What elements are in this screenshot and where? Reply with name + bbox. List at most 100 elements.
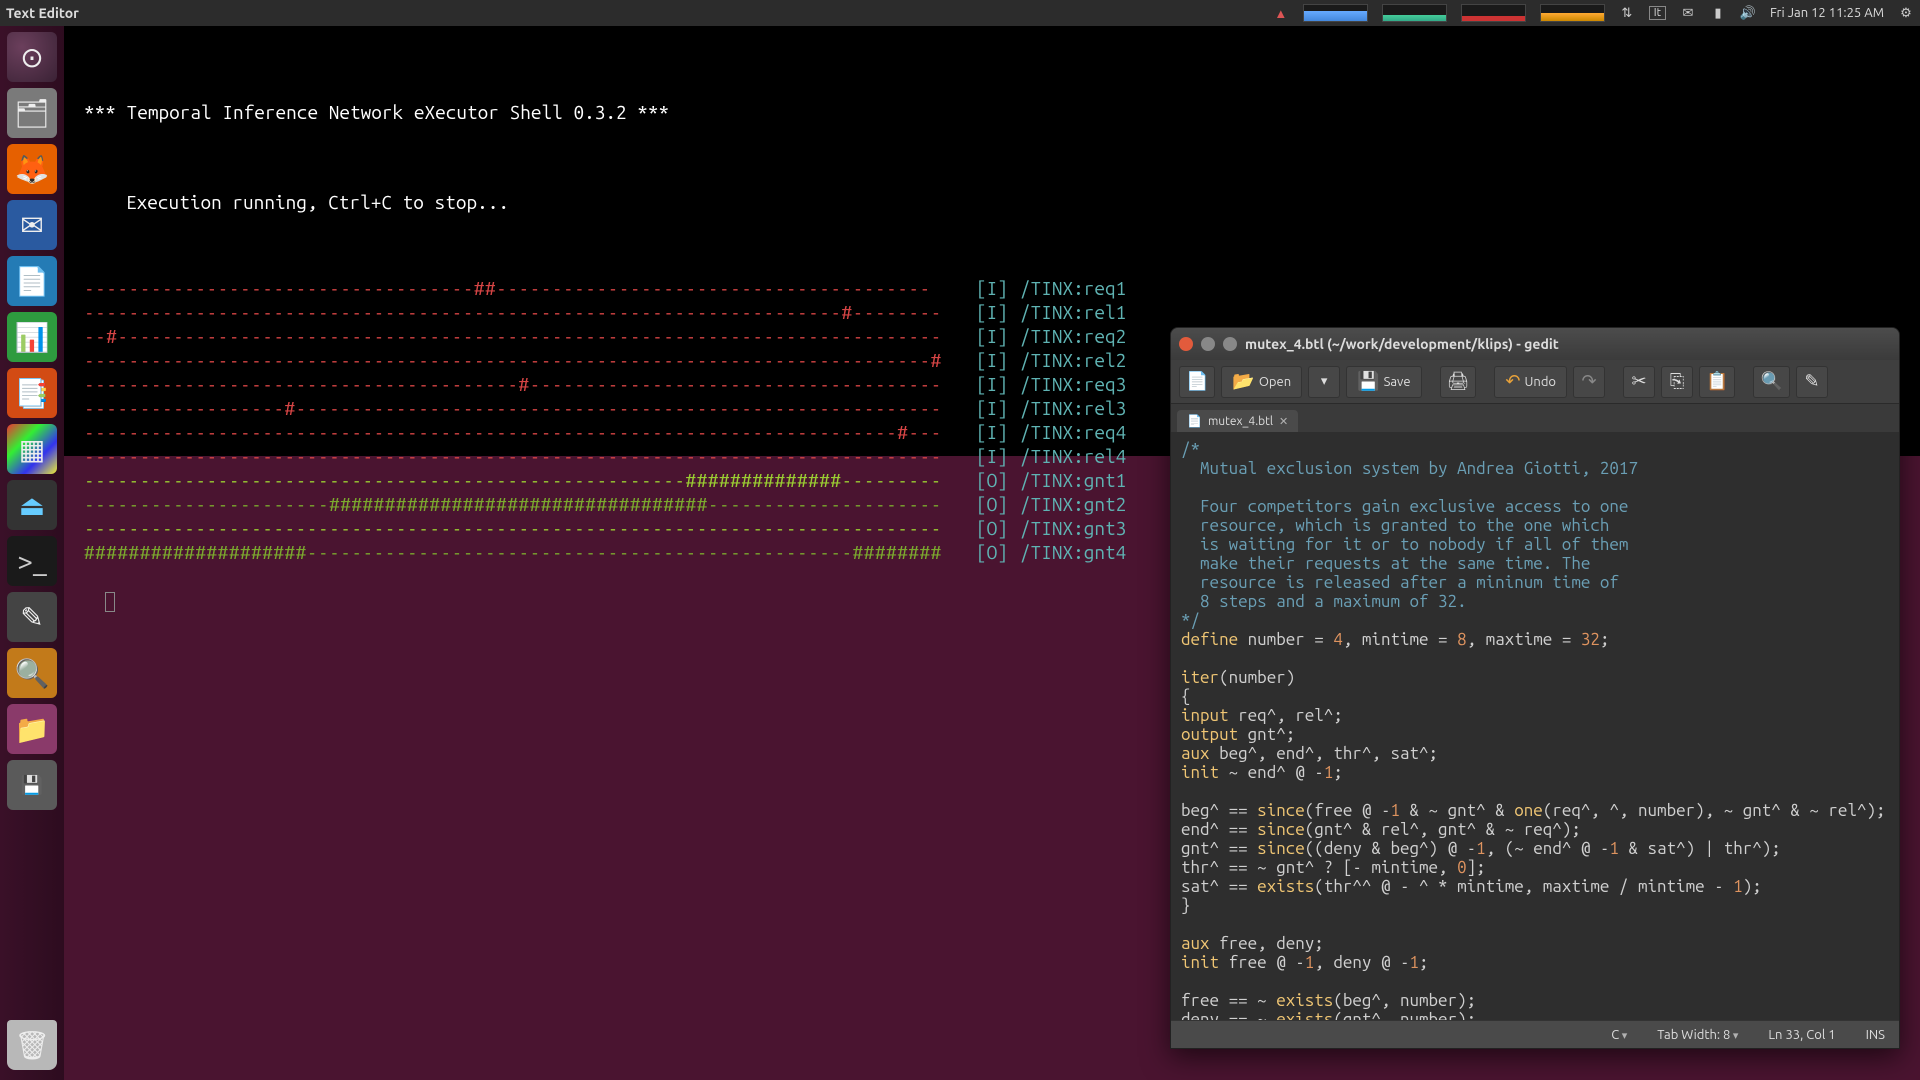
file-manager-icon[interactable]: 📁 xyxy=(7,704,57,754)
keyboard-layout[interactable]: It xyxy=(1649,6,1666,20)
software-icon[interactable]: ▦ xyxy=(7,424,57,474)
signal-io-tag: [I] xyxy=(976,372,1008,396)
signal-io-tag: [I] xyxy=(976,300,1008,324)
new-doc-button[interactable]: 📄 xyxy=(1179,366,1215,398)
signal-row: ----------------------------------------… xyxy=(84,300,1908,324)
signal-name: /TINX:rel4 xyxy=(1020,444,1126,468)
system-tray: ▲ ⇅ It ✉ ▮ 🔊 Fri Jan 12 11:25 AM ⚙ xyxy=(1273,4,1914,22)
signal-trace: ----------------------------------------… xyxy=(84,348,964,372)
search-icon[interactable]: 🔍 xyxy=(7,648,57,698)
terminal-icon[interactable]: >_ xyxy=(7,536,57,586)
replace-button[interactable]: ✎ xyxy=(1796,366,1828,398)
replace-icon: ✎ xyxy=(1804,371,1819,392)
find-icon: 🔍 xyxy=(1760,371,1782,392)
code-editor[interactable]: /* Mutual exclusion system by Andrea Gio… xyxy=(1171,432,1899,1020)
signal-io-tag: [I] xyxy=(976,348,1008,372)
redo-icon: ↷ xyxy=(1581,371,1596,392)
mem-graph[interactable] xyxy=(1303,4,1368,22)
signal-name: /TINX:req2 xyxy=(1020,324,1126,348)
gedit-statusbar: C Tab Width: 8 Ln 33, Col 1 INS xyxy=(1171,1020,1899,1048)
signal-io-tag: [I] xyxy=(976,324,1008,348)
cut-button[interactable]: ✂ xyxy=(1623,366,1655,398)
files-icon[interactable]: 🗂 xyxy=(7,88,57,138)
network-icon[interactable]: ⇅ xyxy=(1619,5,1635,21)
tab-label: mutex_4.btl xyxy=(1208,415,1273,428)
clock[interactable]: Fri Jan 12 11:25 AM xyxy=(1770,6,1884,20)
battery-icon[interactable]: ▮ xyxy=(1710,5,1726,21)
signal-trace: -----------------------------------##---… xyxy=(84,276,964,300)
trash-icon[interactable]: 🗑 xyxy=(7,1020,57,1070)
insert-mode: INS xyxy=(1866,1028,1885,1042)
open-recent-button[interactable]: ▾ xyxy=(1308,366,1340,398)
gedit-titlebar[interactable]: mutex_4.btl (~/work/development/klips) -… xyxy=(1171,328,1899,360)
gedit-tabbar: 📄 mutex_4.btl ✕ xyxy=(1171,404,1899,432)
signal-name: /TINX:rel3 xyxy=(1020,396,1126,420)
impress-icon[interactable]: 📑 xyxy=(7,368,57,418)
signal-name: /TINX:req1 xyxy=(1020,276,1126,300)
cursor xyxy=(105,592,115,612)
window-title: mutex_4.btl (~/work/development/klips) -… xyxy=(1245,336,1559,352)
tab-close-icon[interactable]: ✕ xyxy=(1279,415,1288,428)
minimize-icon[interactable] xyxy=(1201,337,1215,351)
gedit-window: mutex_4.btl (~/work/development/klips) -… xyxy=(1170,327,1900,1049)
signal-name: /TINX:gnt1 xyxy=(1020,468,1126,492)
print-button[interactable]: 🖨 xyxy=(1440,366,1477,398)
undo-button[interactable]: ↶Undo xyxy=(1494,366,1567,398)
signal-trace: ----------------------------------------… xyxy=(84,516,964,540)
signal-name: /TINX:gnt3 xyxy=(1020,516,1126,540)
signal-trace: ----------------------------------------… xyxy=(84,468,964,492)
signal-trace: --#-------------------------------------… xyxy=(84,324,964,348)
language-selector[interactable]: C xyxy=(1611,1028,1627,1042)
signal-io-tag: [I] xyxy=(976,396,1008,420)
mail-icon[interactable]: ✉ xyxy=(1680,5,1696,21)
signal-row: -----------------------------------##---… xyxy=(84,276,1908,300)
signal-trace: ####################--------------------… xyxy=(84,540,964,564)
cursor-position: Ln 33, Col 1 xyxy=(1768,1028,1835,1042)
volume-icon[interactable]: 🔊 xyxy=(1740,5,1756,21)
removable-media-icon[interactable]: 💾 xyxy=(7,760,57,810)
save-icon: 💾 xyxy=(1357,371,1379,392)
new-icon: 📄 xyxy=(1186,371,1208,392)
usb-icon[interactable]: ⏏ xyxy=(7,480,57,530)
close-icon[interactable] xyxy=(1179,337,1193,351)
open-button[interactable]: 📂Open xyxy=(1221,366,1302,398)
maximize-icon[interactable] xyxy=(1223,337,1237,351)
signal-io-tag: [O] xyxy=(976,468,1008,492)
save-button[interactable]: 💾Save xyxy=(1346,366,1421,398)
find-button[interactable]: 🔍 xyxy=(1753,366,1789,398)
signal-name: /TINX:req4 xyxy=(1020,420,1126,444)
signal-trace: ----------------------------------------… xyxy=(84,300,964,324)
signal-io-tag: [O] xyxy=(976,516,1008,540)
disk-graph[interactable] xyxy=(1540,4,1605,22)
file-tab[interactable]: 📄 mutex_4.btl ✕ xyxy=(1177,410,1298,432)
signal-name: /TINX:req3 xyxy=(1020,372,1126,396)
signal-trace: ----------------------------------------… xyxy=(84,444,964,468)
warning-icon[interactable]: ▲ xyxy=(1273,5,1289,21)
gedit-icon[interactable]: ✎ xyxy=(7,592,57,642)
dash-icon[interactable]: ⊙ xyxy=(7,32,57,82)
calc-icon[interactable]: 📊 xyxy=(7,312,57,362)
firefox-icon[interactable]: 🦊 xyxy=(7,144,57,194)
redo-button[interactable]: ↷ xyxy=(1573,366,1605,398)
signal-io-tag: [O] xyxy=(976,492,1008,516)
comment-block: /* Mutual exclusion system by Andrea Gio… xyxy=(1181,440,1638,630)
paste-button[interactable]: 📋 xyxy=(1699,366,1735,398)
signal-io-tag: [I] xyxy=(976,444,1008,468)
signal-trace: ----------------------##################… xyxy=(84,492,964,516)
cpu-graph[interactable] xyxy=(1382,4,1447,22)
thunderbird-icon[interactable]: ✉ xyxy=(7,200,57,250)
top-menubar: Text Editor ▲ ⇅ It ✉ ▮ 🔊 Fri Jan 12 11:2… xyxy=(0,0,1920,26)
code-body: define number = 4, mintime = 8, maxtime … xyxy=(1181,630,1886,1020)
net-graph[interactable] xyxy=(1461,4,1526,22)
signal-name: /TINX:gnt4 xyxy=(1020,540,1126,564)
tabwidth-selector[interactable]: Tab Width: 8 xyxy=(1657,1028,1738,1042)
tinx-banner: *** Temporal Inference Network eXecutor … xyxy=(84,100,1908,124)
cut-icon: ✂ xyxy=(1631,371,1646,392)
signal-name: /TINX:rel1 xyxy=(1020,300,1126,324)
signal-io-tag: [I] xyxy=(976,420,1008,444)
writer-icon[interactable]: 📄 xyxy=(7,256,57,306)
print-icon: 🖨 xyxy=(1447,371,1470,392)
file-icon: 📄 xyxy=(1187,414,1202,428)
copy-button[interactable]: ⎘ xyxy=(1661,366,1693,398)
gear-icon[interactable]: ⚙ xyxy=(1898,5,1914,21)
